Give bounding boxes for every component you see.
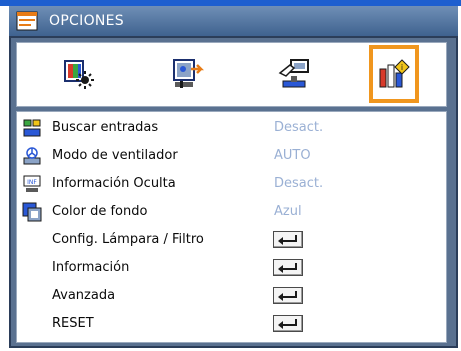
tab-image[interactable] [162, 45, 212, 103]
menu-item-value[interactable]: AUTO [274, 148, 311, 163]
enter-icon [278, 291, 297, 301]
menu-item-label: Información [52, 260, 130, 275]
setup-icon [278, 59, 309, 88]
tab-bar: i [16, 42, 447, 107]
menu-item-value[interactable]: Desact. [274, 176, 323, 191]
menu-item-value[interactable]: Azul [274, 204, 302, 219]
menu-item-buscar-entradas[interactable]: Buscar entradas Desact. [17, 115, 446, 141]
enter-icon [278, 263, 297, 273]
title-bar: OPCIONES [9, 6, 458, 36]
svg-text:i: i [401, 63, 403, 72]
enter-button[interactable] [273, 287, 303, 304]
menu-item-label: RESET [52, 316, 94, 331]
enter-button[interactable] [273, 259, 303, 276]
enter-button[interactable] [273, 231, 303, 248]
tab-options[interactable]: i [369, 45, 419, 103]
menu-item-label: Config. Lámpara / Filtro [52, 232, 204, 247]
info-hide-icon: INF [23, 175, 41, 192]
fan-icon [23, 147, 41, 165]
menu-item-label: Buscar entradas [52, 120, 159, 135]
menu-item-label: Avanzada [52, 288, 116, 303]
source-search-icon [23, 119, 41, 137]
options-list: Buscar entradas Desact. Modo de ventilad… [16, 111, 447, 343]
menu-item-modo-ventilador[interactable]: Modo de ventilador AUTO [17, 143, 446, 169]
page-title: OPCIONES [49, 13, 124, 29]
enter-icon [278, 235, 297, 245]
menu-item-color-fondo[interactable]: Color de fondo Azul [17, 199, 446, 225]
tab-setup[interactable] [269, 45, 319, 103]
enter-icon [278, 319, 297, 329]
image-settings-icon [173, 59, 204, 88]
options-folder-icon [16, 11, 38, 31]
background-color-icon [22, 202, 42, 222]
options-icon: i [379, 59, 410, 88]
display-settings-icon [64, 60, 94, 89]
menu-item-label: Información Oculta [52, 176, 176, 191]
menu-item-informacion[interactable]: Información [17, 255, 446, 281]
menu-item-avanzada[interactable]: Avanzada [17, 283, 446, 309]
menu-item-reset[interactable]: RESET [17, 311, 446, 337]
tab-display[interactable] [54, 45, 104, 103]
menu-item-config-lampara-filtro[interactable]: Config. Lámpara / Filtro [17, 227, 446, 253]
osd-menu: OPCIONES i Buscar entradas Desact. Modo … [0, 0, 461, 351]
menu-item-label: Color de fondo [52, 204, 148, 219]
svg-text:INF: INF [27, 179, 37, 186]
menu-item-value[interactable]: Desact. [274, 120, 323, 135]
menu-item-informacion-oculta[interactable]: INF Información Oculta Desact. [17, 171, 446, 197]
enter-button[interactable] [273, 315, 303, 332]
menu-item-label: Modo de ventilador [52, 148, 178, 163]
